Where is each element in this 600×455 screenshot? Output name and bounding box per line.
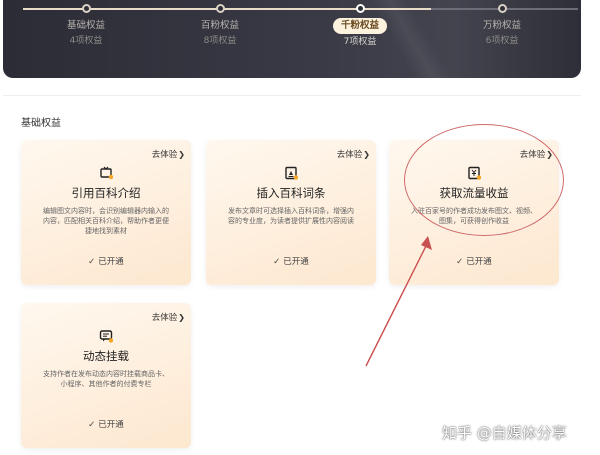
check-icon: ✓ (88, 420, 96, 430)
tier-ten-thousand-fans[interactable]: 万粉权益 6项权益 (452, 4, 552, 47)
status-label: 已开通 (98, 257, 124, 267)
tv-icon (100, 166, 113, 180)
benefit-card-cite-baike: 去体验❯ 引用百科介绍 编辑图文内容时，会识别编辑器内输入的内容，匹配相关百科介… (21, 140, 191, 285)
status-label: 已开通 (466, 257, 492, 267)
check-icon: ✓ (456, 257, 464, 267)
chevron-right-icon: ❯ (363, 150, 370, 159)
benefit-card-insert-entry: 去体验❯ 插入百科词条 发布文章时可选择插入百科词条，增强内容的专业度，为读者提… (206, 140, 376, 285)
card-desc: 发布文章时可选择插入百科词条，增强内容的专业度，为读者提供扩展性内容阅读 (228, 207, 354, 225)
card-title: 动态挂载 (83, 349, 129, 363)
try-label: 去体验 (151, 150, 178, 160)
tier-count: 4项权益 (69, 36, 103, 46)
card-title: 引用百科介绍 (71, 186, 141, 200)
section-title: 基础权益 (21, 118, 61, 129)
tier-name: 千粉权益 (332, 18, 387, 34)
tier-hundred-fans[interactable]: 百粉权益 8项权益 (170, 4, 270, 47)
chevron-right-icon: ❯ (178, 313, 185, 322)
try-button[interactable]: 去体验❯ (337, 148, 370, 160)
status-label: 已开通 (283, 257, 309, 267)
try-label: 去体验 (151, 313, 178, 323)
tier-dot (355, 4, 365, 13)
annotation-circle (404, 124, 564, 236)
try-label: 去体验 (336, 150, 363, 160)
tier-dot (81, 4, 91, 13)
tier-count: 7项权益 (343, 37, 377, 47)
status-enabled: ✓ 已开通 (21, 418, 191, 430)
tier-name: 万粉权益 (482, 20, 521, 31)
tier-progress-panel: 基础权益 4项权益 百粉权益 8项权益 千粉权益 7项权益 万粉权益 6项权益 (3, 0, 581, 78)
check-icon: ✓ (88, 257, 96, 267)
tier-dot (215, 4, 225, 13)
status-enabled: ✓ 已开通 (21, 255, 191, 267)
benefit-card-dynamic-mount: 去体验❯ 动态挂载 支持作者在发布动态内容时挂载商品卡、小程序、其他作者的付费专… (21, 303, 191, 448)
chevron-right-icon: ❯ (178, 150, 185, 159)
watermark: 知乎 @自媒体分享 (442, 424, 567, 442)
card-title: 插入百科词条 (256, 186, 326, 200)
status-enabled: ✓ 已开通 (206, 255, 376, 267)
tier-name: 百粉权益 (200, 20, 239, 31)
annotation-arrow (365, 236, 432, 367)
try-button[interactable]: 去体验❯ (152, 311, 185, 323)
tier-dot (497, 4, 507, 13)
tier-name: 基础权益 (66, 20, 105, 31)
card-desc: 编辑图文内容时，会识别编辑器内输入的内容，匹配相关百科介绍，帮助作者更便捷地找到… (43, 207, 169, 235)
entry-icon (285, 166, 298, 180)
check-icon: ✓ (273, 257, 281, 267)
card-desc: 支持作者在发布动态内容时挂载商品卡、小程序、其他作者的付费专栏 (43, 370, 169, 388)
tier-basic[interactable]: 基础权益 4项权益 (36, 4, 136, 47)
tier-count: 8项权益 (203, 36, 237, 46)
status-label: 已开通 (98, 420, 124, 430)
tier-thousand-fans[interactable]: 千粉权益 7项权益 (310, 4, 410, 48)
tier-count: 6项权益 (485, 36, 519, 46)
try-button[interactable]: 去体验❯ (152, 148, 185, 160)
chat-icon (99, 330, 113, 343)
